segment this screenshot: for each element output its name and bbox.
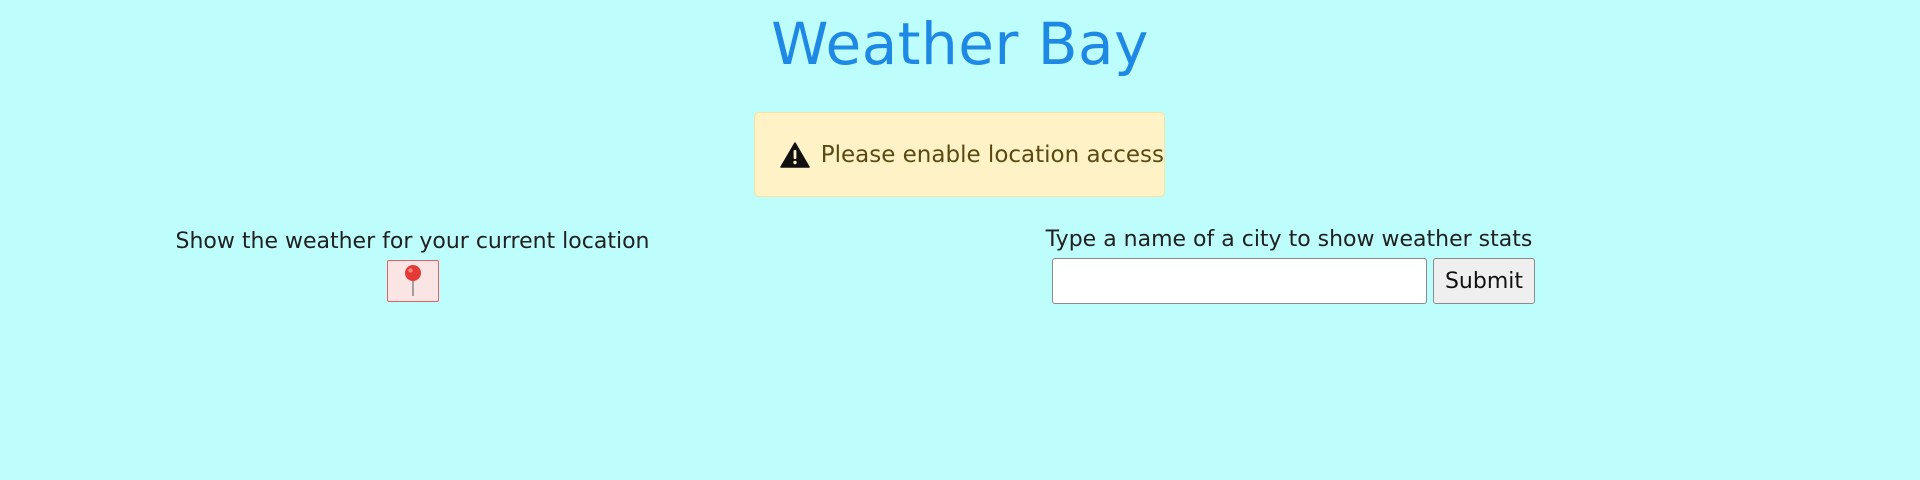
alert-message: Please enable location access [820,141,1164,168]
page: Weather Bay Please enable location acces… [0,0,1920,480]
current-location-label: Show the weather for your current locati… [175,229,650,254]
submit-button[interactable]: Submit [1433,258,1535,304]
current-location-button[interactable] [386,260,439,302]
location-warning-alert: Please enable location access [754,112,1165,197]
city-input[interactable] [1052,258,1427,304]
city-search-section: Type a name of a city to show weather st… [1046,224,1536,304]
app-title: Weather Bay [771,10,1149,78]
city-search-form: Submit [1052,258,1536,304]
city-search-label: Type a name of a city to show weather st… [1045,227,1533,252]
map-pin-icon [388,264,438,298]
warning-triangle-icon [779,141,811,169]
current-location-section: Show the weather for your current locati… [145,226,680,302]
